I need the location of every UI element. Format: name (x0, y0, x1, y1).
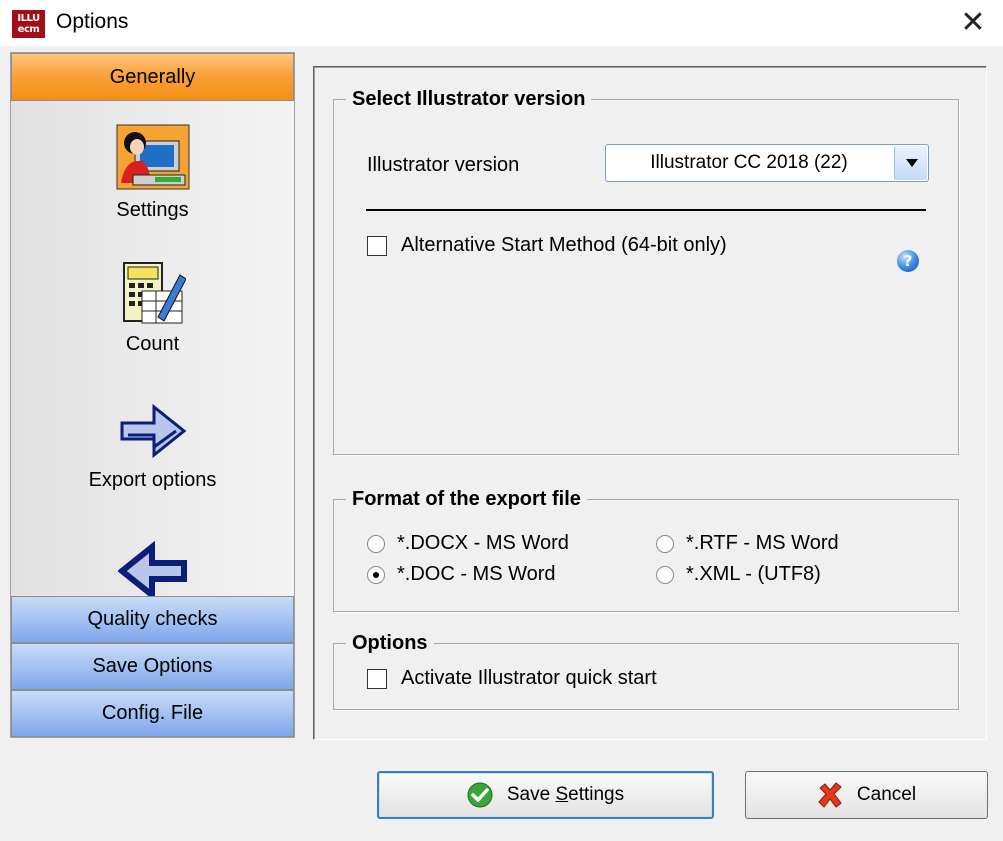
illustrator-version-group: Select Illustrator version Illustrator v… (333, 87, 959, 455)
app-logo-icon: ILLU ecm (12, 10, 45, 38)
sidebar-item-label: Export options (88, 469, 217, 491)
radio-label: *.XML - (UTF8) (686, 563, 821, 585)
sidebar-header-generally[interactable]: Generally (11, 53, 294, 101)
sidebar-header-quality-checks[interactable]: Quality checks (11, 596, 294, 643)
radio-button[interactable] (656, 534, 674, 553)
radio-button[interactable] (656, 565, 674, 584)
format-xml-radio[interactable]: *.XML - (UTF8) (656, 563, 821, 586)
app-logo-line-2: ecm (17, 24, 40, 35)
close-icon[interactable]: ✕ (953, 6, 993, 40)
checkbox-box[interactable] (367, 668, 387, 689)
radio-label: *.RTF - MS Word (686, 532, 839, 554)
illustrator-version-select[interactable]: Illustrator CC 2018 (22) (605, 144, 929, 182)
format-docx-radio[interactable]: *.DOCX - MS Word (367, 532, 569, 555)
sidebar: Generally Settings Count Export options … (10, 52, 295, 738)
checkbox-label: Activate Illustrator quick start (401, 667, 657, 689)
window-title: Options (56, 10, 129, 33)
sidebar-item-settings[interactable]: Settings (11, 123, 294, 222)
sidebar-header-config-file[interactable]: Config. File (11, 690, 294, 737)
group-title: Options (346, 631, 434, 655)
arrow-right-icon (120, 403, 186, 459)
settings-panel: Select Illustrator version Illustrator v… (313, 66, 987, 740)
help-icon[interactable]: ? (897, 250, 919, 272)
illustrator-version-value: Illustrator CC 2018 (22) (650, 152, 848, 173)
group-title: Format of the export file (346, 487, 587, 511)
sidebar-item-label: Count (125, 333, 180, 355)
radio-label: *.DOCX - MS Word (397, 532, 569, 554)
sidebar-item-label: Settings (116, 199, 189, 221)
radio-button-selected[interactable] (367, 565, 385, 584)
save-settings-label: Save Settings (506, 784, 625, 805)
red-x-icon (818, 782, 842, 808)
checkbox-label: Alternative Start Method (64-bit only) (401, 234, 727, 256)
radio-button[interactable] (367, 534, 385, 553)
checkmark-icon (467, 782, 493, 808)
sidebar-nav-area: Settings Count Export options (11, 101, 294, 596)
app-logo-line-1: ILLU (17, 13, 40, 24)
calculator-pencil-icon (122, 262, 186, 324)
sidebar-item-export-options[interactable]: Export options (11, 401, 294, 492)
options-group: Options Activate Illustrator quick start (333, 631, 959, 710)
radio-label: *.DOC - MS Word (397, 563, 556, 585)
format-rtf-radio[interactable]: *.RTF - MS Word (656, 532, 839, 555)
sidebar-item-import-options[interactable] (11, 541, 294, 596)
group-title: Select Illustrator version (346, 87, 592, 111)
alternative-start-checkbox[interactable]: Alternative Start Method (64-bit only) (367, 234, 727, 257)
cancel-label: Cancel (856, 784, 917, 805)
illustrator-version-label: Illustrator version (367, 154, 520, 176)
sidebar-header-save-options[interactable]: Save Options (11, 643, 294, 690)
save-settings-button[interactable]: Save Settings (377, 771, 714, 819)
separator-line (366, 209, 926, 211)
title-bar: ILLU ecm Options ✕ (0, 0, 1003, 46)
format-doc-radio[interactable]: *.DOC - MS Word (367, 563, 556, 586)
export-format-group: Format of the export file *.DOCX - MS Wo… (333, 487, 959, 612)
checkbox-box[interactable] (367, 235, 387, 256)
quick-start-checkbox[interactable]: Activate Illustrator quick start (367, 667, 657, 690)
arrow-left-icon (117, 541, 187, 596)
sidebar-item-count[interactable]: Count (11, 261, 294, 356)
cancel-button[interactable]: Cancel (745, 771, 988, 819)
chevron-down-icon[interactable] (894, 146, 927, 180)
user-computer-icon (116, 124, 189, 190)
